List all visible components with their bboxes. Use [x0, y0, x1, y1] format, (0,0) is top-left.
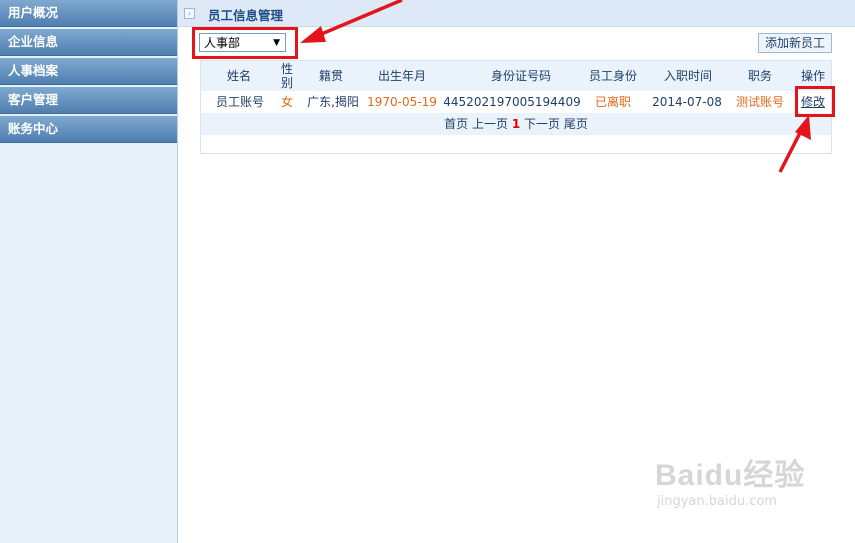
watermark-url: jingyan.baidu.com — [657, 494, 777, 509]
arrow-to-edit-icon — [778, 115, 811, 173]
watermark-logo: Baidu经验 — [655, 459, 806, 492]
baidu-watermark: Baidu经验 jingyan.baidu.com — [655, 450, 805, 509]
arrow-to-department-icon — [300, 0, 403, 43]
